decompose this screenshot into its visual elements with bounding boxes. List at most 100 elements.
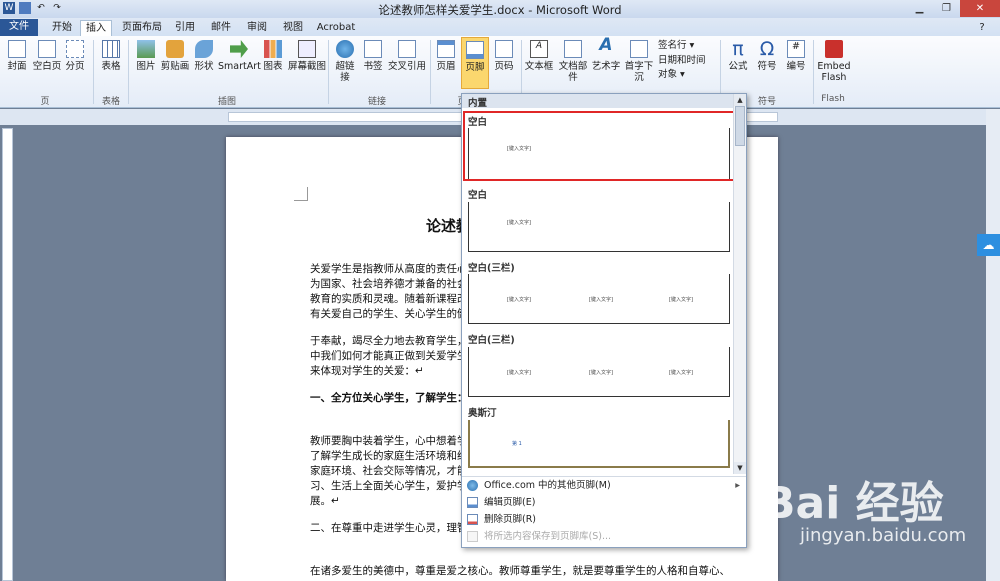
- paragraph-line: 习、生活上全面关心学生，爱护学生: [310, 480, 478, 492]
- cross-reference-icon: [398, 40, 416, 58]
- tab-page-layout[interactable]: 页面布局: [118, 20, 166, 36]
- tab-view[interactable]: 视图: [276, 20, 310, 36]
- gallery-item-title: 空白(三栏): [468, 335, 515, 346]
- paragraph-line: 在诸多爱生的美德中，尊重是爱之核心。教师尊重学生，就是要尊重学生的人格和自尊心、: [310, 565, 730, 577]
- group-label: Flash: [821, 94, 845, 104]
- footer-option-austin[interactable]: 第 1: [468, 420, 730, 468]
- minimize-button[interactable]: ▁: [906, 0, 933, 17]
- tab-file[interactable]: 文件: [0, 19, 38, 36]
- shapes-icon: [195, 40, 213, 58]
- date-time-button[interactable]: 日期和时间: [658, 55, 718, 66]
- tab-home[interactable]: 开始: [44, 20, 80, 36]
- ribbon-tab-bar: 文件 开始 插入 页面布局 引用 邮件 审阅 视图 Acrobat ?: [0, 18, 1000, 36]
- page-break-button[interactable]: 分页: [63, 40, 87, 72]
- edit-footer-menu-item[interactable]: 编辑页脚(E): [462, 494, 746, 511]
- wordart-button[interactable]: A 艺术字: [591, 35, 621, 73]
- chart-button[interactable]: 图表: [261, 40, 285, 72]
- dropcap-button[interactable]: 首字下沉: [621, 40, 657, 83]
- chart-icon: [264, 40, 282, 58]
- group-label: 插图: [217, 97, 236, 107]
- quick-parts-button[interactable]: 文档部件: [555, 40, 591, 83]
- blank-page-button[interactable]: 空白页: [32, 40, 62, 72]
- restore-button[interactable]: ❐: [933, 0, 960, 17]
- textbox-button[interactable]: A 文本框: [524, 40, 554, 72]
- header-button[interactable]: 页眉: [434, 40, 458, 72]
- equation-button[interactable]: π 公式: [724, 38, 752, 73]
- paragraph-line: 于奉献，竭尽全力地去教育学生，才: [310, 335, 478, 347]
- footer-gallery-dropdown: 内置 空白 [键入文字] 空白 [键入文字] 空白(三栏) [键入文字] [键入…: [461, 93, 747, 548]
- group-separator: [328, 40, 329, 104]
- help-icon[interactable]: ?: [975, 20, 989, 36]
- textbox-icon: A: [530, 40, 548, 58]
- object-button[interactable]: 对象 ▾: [658, 69, 718, 80]
- clipart-button[interactable]: 剪贴画: [160, 40, 190, 72]
- tab-acrobat[interactable]: Acrobat: [313, 20, 359, 36]
- vertical-scrollbar[interactable]: [986, 109, 1000, 581]
- gallery-header: 内置: [462, 94, 746, 109]
- paragraph-line: 为国家、社会培养德才兼备的社会主: [310, 278, 478, 290]
- save-to-gallery-menu-item[interactable]: 将所选内容保存到页脚库(S)...: [462, 528, 746, 545]
- paragraph-line: 展。↵: [310, 495, 340, 507]
- hyperlink-icon: [336, 40, 354, 58]
- gallery-scrollbar[interactable]: ▲ ▼: [733, 94, 746, 474]
- table-button[interactable]: 表格: [98, 40, 124, 72]
- number-button[interactable]: # 编号: [783, 40, 809, 72]
- bookmark-button[interactable]: 书签: [361, 40, 385, 72]
- scroll-down-icon[interactable]: ▼: [734, 462, 746, 474]
- scroll-thumb[interactable]: [735, 106, 745, 146]
- paragraph-line: 教育的实质和灵魂。随着新课程改革: [310, 293, 478, 305]
- gallery-item-title: 空白(三栏): [468, 263, 515, 274]
- wordart-icon: A: [599, 35, 613, 55]
- footer-icon: [466, 41, 484, 59]
- section-heading: 二、在尊重中走进学生心灵，理智公: [310, 522, 478, 534]
- header-icon: [437, 40, 455, 58]
- tab-references[interactable]: 引用: [168, 20, 202, 36]
- paragraph-line: 关爱学生是指教师从高度的责任心和: [310, 263, 478, 275]
- cross-reference-button[interactable]: 交叉引用: [387, 40, 427, 72]
- signature-line-button[interactable]: 签名行 ▾: [658, 40, 718, 51]
- number-icon: #: [787, 40, 805, 58]
- hyperlink-button[interactable]: 超链接: [331, 40, 359, 83]
- paragraph-line: 来体现对学生的关爱：↵: [310, 365, 424, 377]
- close-button[interactable]: ✕: [960, 0, 1000, 17]
- picture-button[interactable]: 图片: [133, 40, 159, 72]
- shapes-button[interactable]: 形状: [191, 40, 217, 72]
- table-icon: [102, 40, 120, 58]
- screenshot-button[interactable]: 屏幕截图: [287, 40, 327, 72]
- gallery-item-title: 空白: [468, 190, 488, 201]
- gallery-menu: Office.com 中的其他页脚(M) ▸ 编辑页脚(E) 删除页脚(R) 将所…: [462, 476, 746, 545]
- group-separator: [128, 40, 129, 104]
- page-number-button[interactable]: 页码: [492, 40, 516, 72]
- smartart-icon: [230, 40, 248, 58]
- embed-flash-button[interactable]: Embed Flash: [816, 40, 852, 83]
- footer-option-three-column[interactable]: [键入文字] [键入文字] [键入文字]: [468, 274, 730, 324]
- smartart-button[interactable]: SmartArt: [218, 40, 261, 72]
- cover-page-icon: [8, 40, 26, 58]
- more-footers-menu-item[interactable]: Office.com 中的其他页脚(M) ▸: [462, 477, 746, 494]
- symbol-button[interactable]: Ω 符号: [754, 38, 780, 73]
- tab-review[interactable]: 审阅: [240, 20, 274, 36]
- symbol-icon: Ω: [759, 38, 775, 60]
- scroll-up-icon[interactable]: ▲: [734, 94, 746, 106]
- equation-icon: π: [732, 38, 744, 60]
- cloud-sync-icon[interactable]: ☁: [977, 234, 1000, 256]
- vertical-ruler[interactable]: [2, 128, 13, 581]
- remove-footer-icon: [467, 514, 478, 525]
- edit-footer-icon: [467, 497, 478, 508]
- remove-footer-menu-item[interactable]: 删除页脚(R): [462, 511, 746, 528]
- footer-option-three-column-2[interactable]: [键入文字] [键入文字] [键入文字]: [468, 347, 730, 397]
- group-label: 页: [40, 97, 50, 107]
- group-label: 链接: [367, 97, 386, 107]
- footer-option-blank-2[interactable]: [键入文字]: [468, 202, 730, 252]
- group-separator: [430, 40, 431, 104]
- footer-button[interactable]: 页脚: [461, 37, 489, 89]
- flash-icon: [825, 40, 843, 58]
- tab-mailings[interactable]: 邮件: [204, 20, 238, 36]
- margin-marker: [294, 187, 308, 201]
- page-break-icon: [66, 40, 84, 58]
- section-heading: 一、全方位关心学生，了解学生：↵: [310, 392, 477, 404]
- group-separator: [813, 40, 814, 104]
- tab-insert[interactable]: 插入: [80, 20, 112, 36]
- paragraph-line: 了解学生成长的家庭生活环境和经常: [310, 450, 478, 462]
- cover-page-button[interactable]: 封面: [4, 40, 30, 72]
